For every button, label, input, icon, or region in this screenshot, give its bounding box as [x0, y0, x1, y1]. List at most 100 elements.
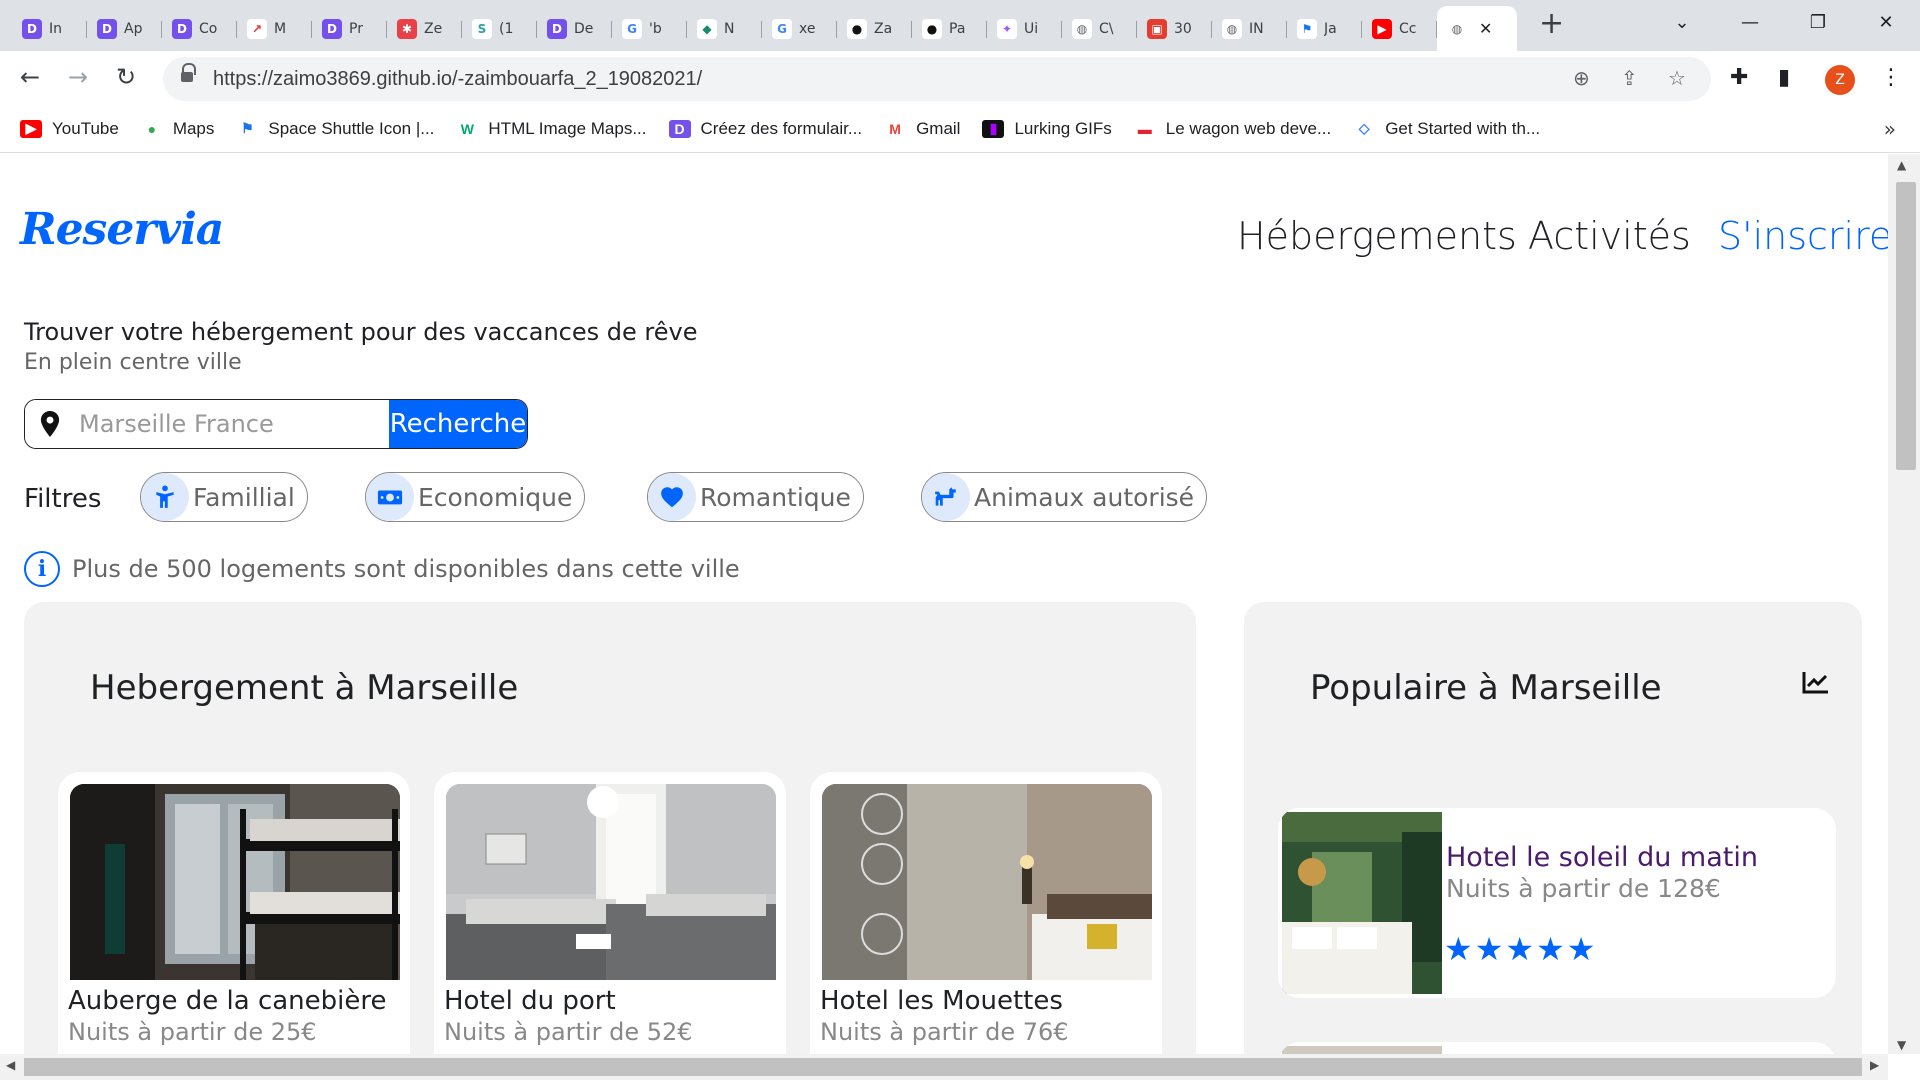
lodging-card[interactable]: Auberge de la canebière Nuits à partir d… [58, 772, 410, 1054]
browser-tab[interactable]: ◆ N [687, 11, 762, 47]
filters-label: Filtres [24, 484, 102, 514]
browser-tab[interactable]: D Ap [87, 11, 162, 47]
nav-link-activites[interactable]: Activités [1528, 214, 1691, 258]
filter-romantique[interactable]: Romantique [647, 472, 864, 522]
browser-tab[interactable]: ✱ Ze [387, 11, 462, 47]
browser-tab[interactable]: S (1 [462, 11, 537, 47]
bookmark-label: Space Shuttle Icon |... [268, 118, 435, 138]
vertical-scrollbar[interactable]: ▲ ▼ [1888, 154, 1920, 1054]
tab-search-icon[interactable]: ⌄ [1648, 12, 1716, 33]
close-tab-icon[interactable]: ✕ [1479, 19, 1492, 38]
menu-kebab-icon[interactable]: ⋮ [1880, 65, 1902, 90]
browser-tab[interactable]: ✦ Ui [987, 11, 1062, 47]
browser-tab[interactable]: G 'b [612, 11, 687, 47]
tab-title: Cc [1399, 20, 1417, 37]
url-text[interactable]: https://zaimo3869.github.io/-zaimbouarfa… [213, 68, 702, 91]
search-button[interactable]: Recherche [389, 400, 527, 448]
flag-icon: ⚑ [236, 119, 259, 138]
lock-icon[interactable] [181, 63, 196, 83]
browser-tab[interactable]: ⚑ Ja [1287, 11, 1362, 47]
browser-tab[interactable]: ◍ C\ [1062, 11, 1137, 47]
rating-stars: ★★★★★ [1444, 930, 1598, 968]
tab-title: Ja [1324, 20, 1337, 37]
bookmarks-more-icon[interactable]: » [1884, 117, 1896, 141]
tab-list: D In D Ap D Co ↗ M D Pr ✱ Ze S (1 D De G'b ◆ N Gxe ● Za ● Pa ✦ Ui… [0, 0, 1564, 51]
close-window-icon[interactable]: ✕ [1852, 12, 1920, 33]
extensions-icon[interactable]: ✚ [1730, 65, 1748, 90]
new-tab-button[interactable]: + [1539, 6, 1564, 41]
browser-tab[interactable]: ▶ Cc [1362, 11, 1437, 47]
restore-icon[interactable]: ❐ [1784, 12, 1852, 33]
youtube-icon: ▶ [20, 119, 42, 138]
filter-economique[interactable]: Economique [365, 472, 586, 522]
browser-tab[interactable]: D Co [162, 11, 237, 47]
availability-info: i Plus de 500 logements sont disponibles… [24, 551, 740, 587]
bookmark-star-icon[interactable]: ☆ [1668, 66, 1686, 90]
nav-link-hebergements[interactable]: Hébergements [1237, 214, 1517, 258]
scroll-right-icon[interactable]: ▶ [1870, 1058, 1879, 1072]
browser-tab[interactable]: D Pr [312, 11, 387, 47]
bookmark-item[interactable]: ● Maps [140, 118, 215, 139]
hotel-photo-twin-room [446, 784, 776, 980]
profile-avatar[interactable]: Z [1825, 65, 1855, 95]
zoom-icon[interactable]: ⊕ [1573, 66, 1590, 90]
browser-tab[interactable]: ● Pa [912, 11, 987, 47]
horizontal-scrollbar[interactable]: ◀ ▶ [0, 1054, 1888, 1080]
google-icon: G [622, 18, 642, 39]
bookmark-item[interactable]: ◇ Get Started with th... [1353, 119, 1540, 139]
browser-tab[interactable]: ▣ 30 [1137, 11, 1212, 47]
bookmark-label: HTML Image Maps... [488, 118, 647, 138]
popular-card[interactable]: Hotel le soleil du matin Nuits à partir … [1278, 808, 1836, 998]
side-panel-icon[interactable]: ▮ [1778, 65, 1790, 90]
hscroll-thumb[interactable] [24, 1058, 1862, 1076]
browser-tab[interactable]: ● Za [837, 11, 912, 47]
minimize-icon[interactable]: — [1716, 12, 1784, 33]
scroll-thumb[interactable] [1896, 182, 1916, 470]
browser-tab-active[interactable]: ◍ ✕ [1437, 6, 1517, 51]
browser-tab[interactable]: D De [537, 11, 612, 47]
bookmark-item[interactable]: ⚑ Space Shuttle Icon |... [236, 119, 434, 139]
bookmarks-bar: ▶ YouTube ● Maps ⚑ Space Shuttle Icon |... W HT… [0, 105, 1920, 153]
share-icon[interactable]: ⇪ [1621, 66, 1638, 90]
bookmark-item[interactable]: ▬ Le wagon web deve... [1133, 119, 1331, 139]
availability-text: Plus de 500 logements sont disponibles d… [72, 555, 740, 583]
bookmark-item[interactable]: M Gmail [884, 119, 960, 139]
forward-icon[interactable]: → [68, 63, 88, 91]
lodging-card[interactable]: Hotel du port Nuits à partir de 52€ ★★★★… [434, 772, 786, 1054]
filter-animaux[interactable]: Animaux autorisé [921, 472, 1208, 522]
lodging-card[interactable]: Hotel les Mouettes Nuits à partir de 76€… [810, 772, 1162, 1054]
tab-title: (1 [499, 20, 514, 37]
swoosh-icon: ↗ [247, 18, 267, 39]
scroll-down-icon[interactable]: ▼ [1897, 1038, 1906, 1052]
bookmark-label: Maps [172, 118, 215, 138]
search-input[interactable] [75, 400, 389, 448]
scroll-left-icon[interactable]: ◀ [6, 1058, 15, 1072]
tab-title: M [274, 20, 287, 37]
filter-label: Economique [418, 482, 573, 512]
tab-title: Co [199, 20, 218, 37]
openclassrooms-icon: D [322, 18, 342, 39]
browser-tab[interactable]: ◍ IN [1212, 11, 1287, 47]
scroll-up-icon[interactable]: ▲ [1897, 158, 1906, 172]
back-icon[interactable]: ← [20, 63, 40, 91]
lodging-title: Hebergement à Marseille [90, 668, 519, 708]
bookmark-item[interactable]: ▶ YouTube [20, 119, 119, 139]
bookmark-item[interactable]: ▮ Lurking GIFs [982, 119, 1112, 139]
bookmark-item[interactable]: D Créez des formulair... [668, 119, 862, 139]
site-logo[interactable]: Reservia [20, 204, 224, 255]
figma-icon: ✦ [997, 18, 1017, 39]
popular-card-partial[interactable] [1278, 1042, 1836, 1054]
browser-tab[interactable]: D In [12, 11, 87, 47]
circle-s-icon: S [472, 18, 492, 39]
address-bar[interactable]: https://zaimo3869.github.io/-zaimbouarfa… [163, 57, 1711, 101]
browser-tab[interactable]: Gxe [762, 11, 837, 47]
bookmark-item[interactable]: W HTML Image Maps... [456, 118, 647, 139]
filter-familial[interactable]: Famillial [140, 472, 308, 522]
browser-tab[interactable]: ↗ M [237, 11, 312, 47]
reload-icon[interactable]: ↻ [116, 63, 136, 91]
tab-title: Ap [124, 20, 143, 37]
trending-up-icon [1802, 672, 1828, 694]
tab-title: 'b [649, 20, 662, 37]
nav-link-signup[interactable]: S'inscrire [1718, 214, 1888, 258]
child-icon [141, 473, 189, 521]
